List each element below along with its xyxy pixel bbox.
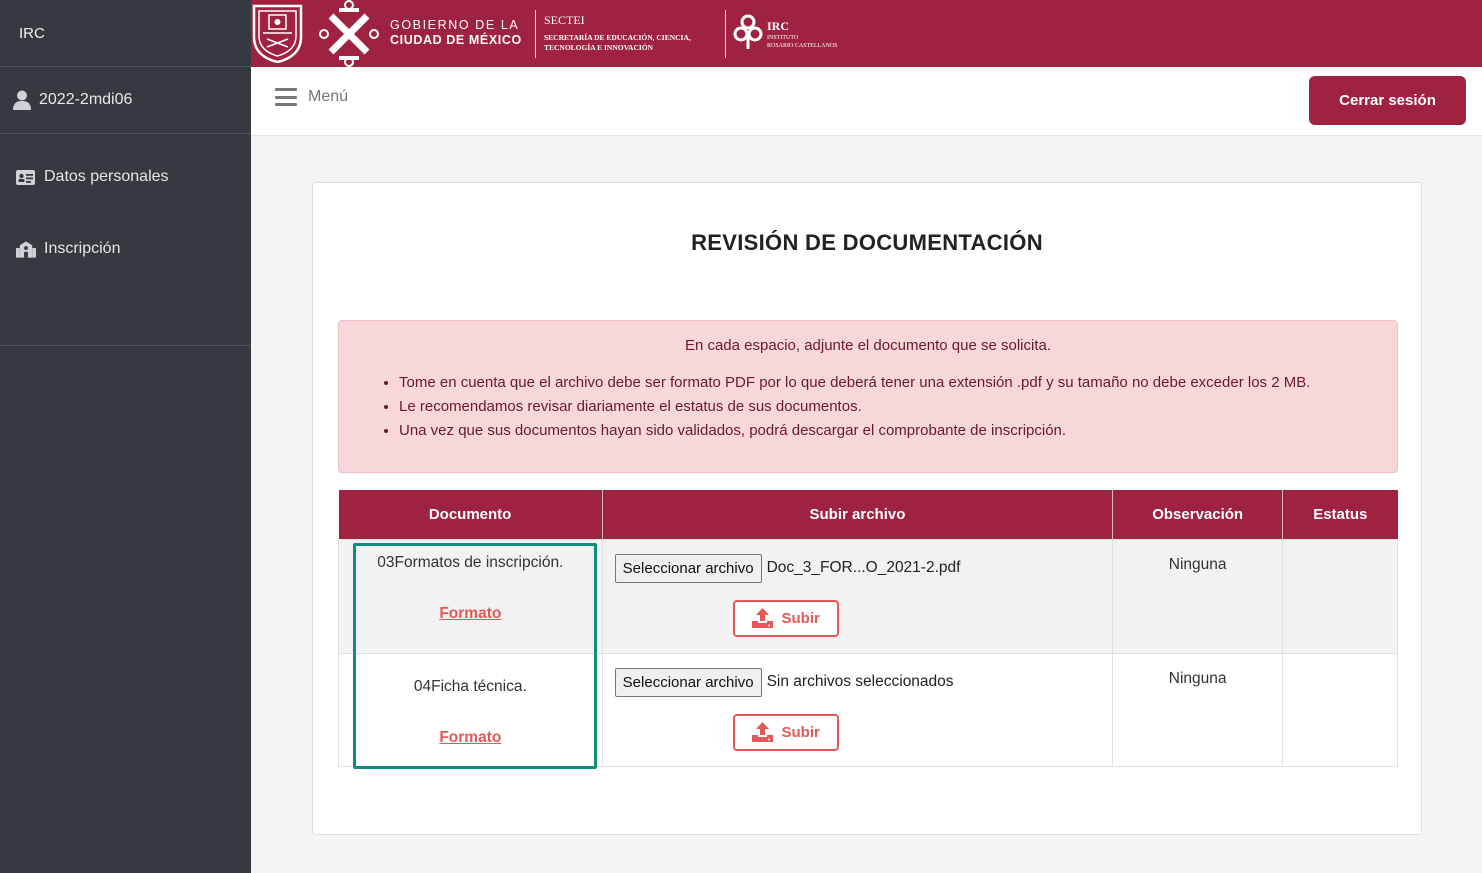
column-header-estatus: Estatus <box>1282 490 1398 539</box>
documents-table: Documento Subir archivo Observación Esta… <box>338 490 1398 767</box>
sidebar-item-datos-personales[interactable]: Datos personales <box>0 165 251 189</box>
gob-line-2: CIUDAD DE MÉXICO <box>390 33 522 47</box>
irc-subtitle-1: INSTITUTO <box>767 35 799 41</box>
table-row: 04Ficha técnica. Formato Seleccionar arc… <box>338 652 1398 767</box>
document-name: 03Formatos de inscripción. <box>377 553 564 571</box>
sidebar-user-label: 2022-2mdi06 <box>39 91 133 108</box>
document-cell: 03Formatos de inscripción. Formato <box>338 538 603 654</box>
alert-bullet: Le recomendamos revisar diariamente el e… <box>399 395 1397 419</box>
upload-button[interactable]: Subir <box>732 713 839 751</box>
table-header-row: Documento Subir archivo Observación Esta… <box>338 490 1398 539</box>
irc-mark-icon <box>733 14 763 50</box>
cdmx-shield-logo <box>251 3 304 64</box>
sidebar-brand[interactable]: IRC <box>0 0 251 67</box>
column-header-documento: Documento <box>338 490 603 539</box>
alert-bullet: Una vez que sus documentos hayan sido va… <box>399 419 1397 443</box>
status-cell <box>1282 652 1398 767</box>
column-header-subir-archivo: Subir archivo <box>602 490 1114 539</box>
formato-link[interactable]: Formato <box>439 605 501 623</box>
school-icon <box>16 240 36 258</box>
logout-button[interactable]: Cerrar sesión <box>1309 76 1466 125</box>
upload-button-label: Subir <box>781 723 820 741</box>
alert-bullet: Tome en cuenta que el archivo debe ser f… <box>399 371 1397 395</box>
government-header: GOBIERNO DE LA CIUDAD DE MÉXICO SECTEI S… <box>251 0 1482 67</box>
document-review-card: REVISIÓN DE DOCUMENTACIÓN En cada espaci… <box>312 182 1422 835</box>
sectei-subtitle-1: SECRETARÍA DE EDUCACIÓN, CIENCIA, <box>544 33 691 42</box>
irc-title: IRC <box>767 19 790 33</box>
sectei-logo: SECTEI SECRETARÍA DE EDUCACIÓN, CIENCIA,… <box>544 13 691 53</box>
upload-button[interactable]: Subir <box>732 599 839 637</box>
upload-icon <box>751 722 773 742</box>
gob-line-1: GOBIERNO DE LA <box>390 18 520 32</box>
upload-icon <box>751 608 773 628</box>
menu-toggle-button[interactable]: Menú <box>275 88 348 106</box>
gobierno-cdmx-text: GOBIERNO DE LA CIUDAD DE MÉXICO <box>390 18 522 48</box>
upload-button-label: Subir <box>781 609 820 627</box>
status-cell <box>1282 538 1398 654</box>
top-navbar: Menú Cerrar sesión <box>251 67 1482 136</box>
sectei-title: SECTEI <box>544 13 585 27</box>
alert-list: Tome en cuenta que el archivo debe ser f… <box>339 371 1397 443</box>
select-file-button[interactable]: Seleccionar archivo <box>614 667 762 697</box>
selected-file-name: Sin archivos seleccionados <box>766 673 954 690</box>
select-file-button[interactable]: Seleccionar archivo <box>614 553 762 583</box>
upload-cell: Seleccionar archivo Sin archivos selecci… <box>601 652 1114 767</box>
sidebar-nav: Datos personales Inscripción <box>0 134 251 346</box>
selected-file-name: Doc_3_FOR...O_2021-2.pdf <box>766 559 961 576</box>
hamburger-icon <box>275 88 297 106</box>
header-divider <box>725 10 726 58</box>
id-card-icon <box>16 168 36 186</box>
page-title: REVISIÓN DE DOCUMENTACIÓN <box>691 230 1043 255</box>
sidebar-item-inscripcion[interactable]: Inscripción <box>0 221 251 277</box>
document-name: 04Ficha técnica. <box>413 677 527 695</box>
cdmx-mark-logo <box>319 0 379 67</box>
file-input[interactable]: Seleccionar archivo Doc_3_FOR...O_2021-2… <box>614 553 1113 583</box>
column-header-observacion: Observación <box>1112 490 1284 539</box>
irc-subtitle-2: ROSARIO CASTELLANOS <box>767 43 838 49</box>
formato-link[interactable]: Formato <box>439 729 501 747</box>
observation-cell: Ninguna <box>1112 538 1284 654</box>
irc-logo: IRC INSTITUTO ROSARIO CASTELLANOS <box>733 14 838 50</box>
document-cell: 04Ficha técnica. Formato <box>338 652 603 767</box>
instructions-alert: En cada espacio, adjunte el documento qu… <box>338 320 1398 473</box>
sidebar-item-label: Inscripción <box>44 240 121 257</box>
table-row: 03Formatos de inscripción. Formato Selec… <box>338 538 1398 654</box>
sectei-subtitle-2: TECNOLOGÍA E INNOVACIÓN <box>544 43 654 52</box>
menu-label: Menú <box>308 88 349 105</box>
alert-intro: En cada espacio, adjunte el documento qu… <box>684 337 1052 354</box>
header-divider <box>535 10 536 58</box>
sidebar-user[interactable]: 2022-2mdi06 <box>0 67 251 134</box>
sidebar-item-label: Datos personales <box>44 168 169 185</box>
observation-cell: Ninguna <box>1112 652 1284 767</box>
upload-cell: Seleccionar archivo Doc_3_FOR...O_2021-2… <box>601 538 1114 654</box>
user-icon <box>12 89 32 111</box>
sidebar: IRC 2022-2mdi06 Datos personales Inscrip… <box>0 0 251 873</box>
file-input[interactable]: Seleccionar archivo Sin archivos selecci… <box>614 667 1113 697</box>
